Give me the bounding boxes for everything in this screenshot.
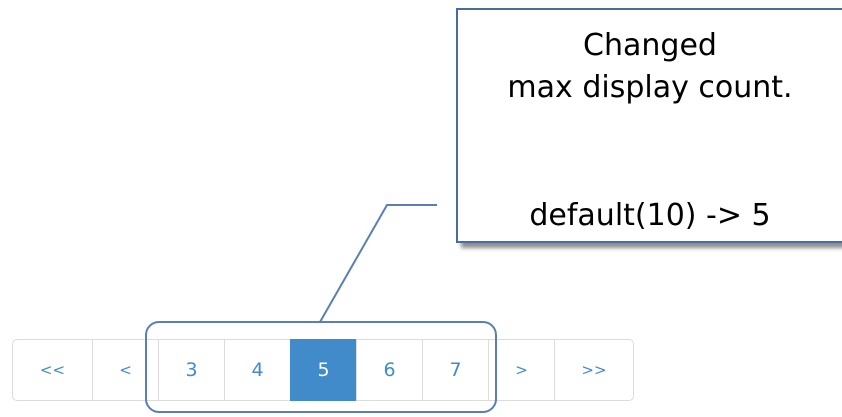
callout-title: Changed	[583, 28, 717, 63]
pagination: << < 3 4 5 6 7 > >>	[12, 339, 634, 403]
page-next-button[interactable]: >	[488, 339, 554, 401]
callout-subtitle: max display count.	[507, 70, 793, 105]
page-prev-button[interactable]: <	[92, 339, 158, 401]
page-last-button[interactable]: >>	[554, 339, 634, 401]
callout-detail: default(10) -> 5	[529, 198, 771, 233]
page-button-5-active[interactable]: 5	[290, 339, 356, 401]
page-button-3[interactable]: 3	[158, 339, 224, 401]
page-first-button[interactable]: <<	[12, 339, 92, 401]
page-button-6[interactable]: 6	[356, 339, 422, 401]
page-button-4[interactable]: 4	[224, 339, 290, 401]
page-button-7[interactable]: 7	[422, 339, 488, 401]
callout-box: Changed max display count. default(10) -…	[456, 8, 842, 243]
